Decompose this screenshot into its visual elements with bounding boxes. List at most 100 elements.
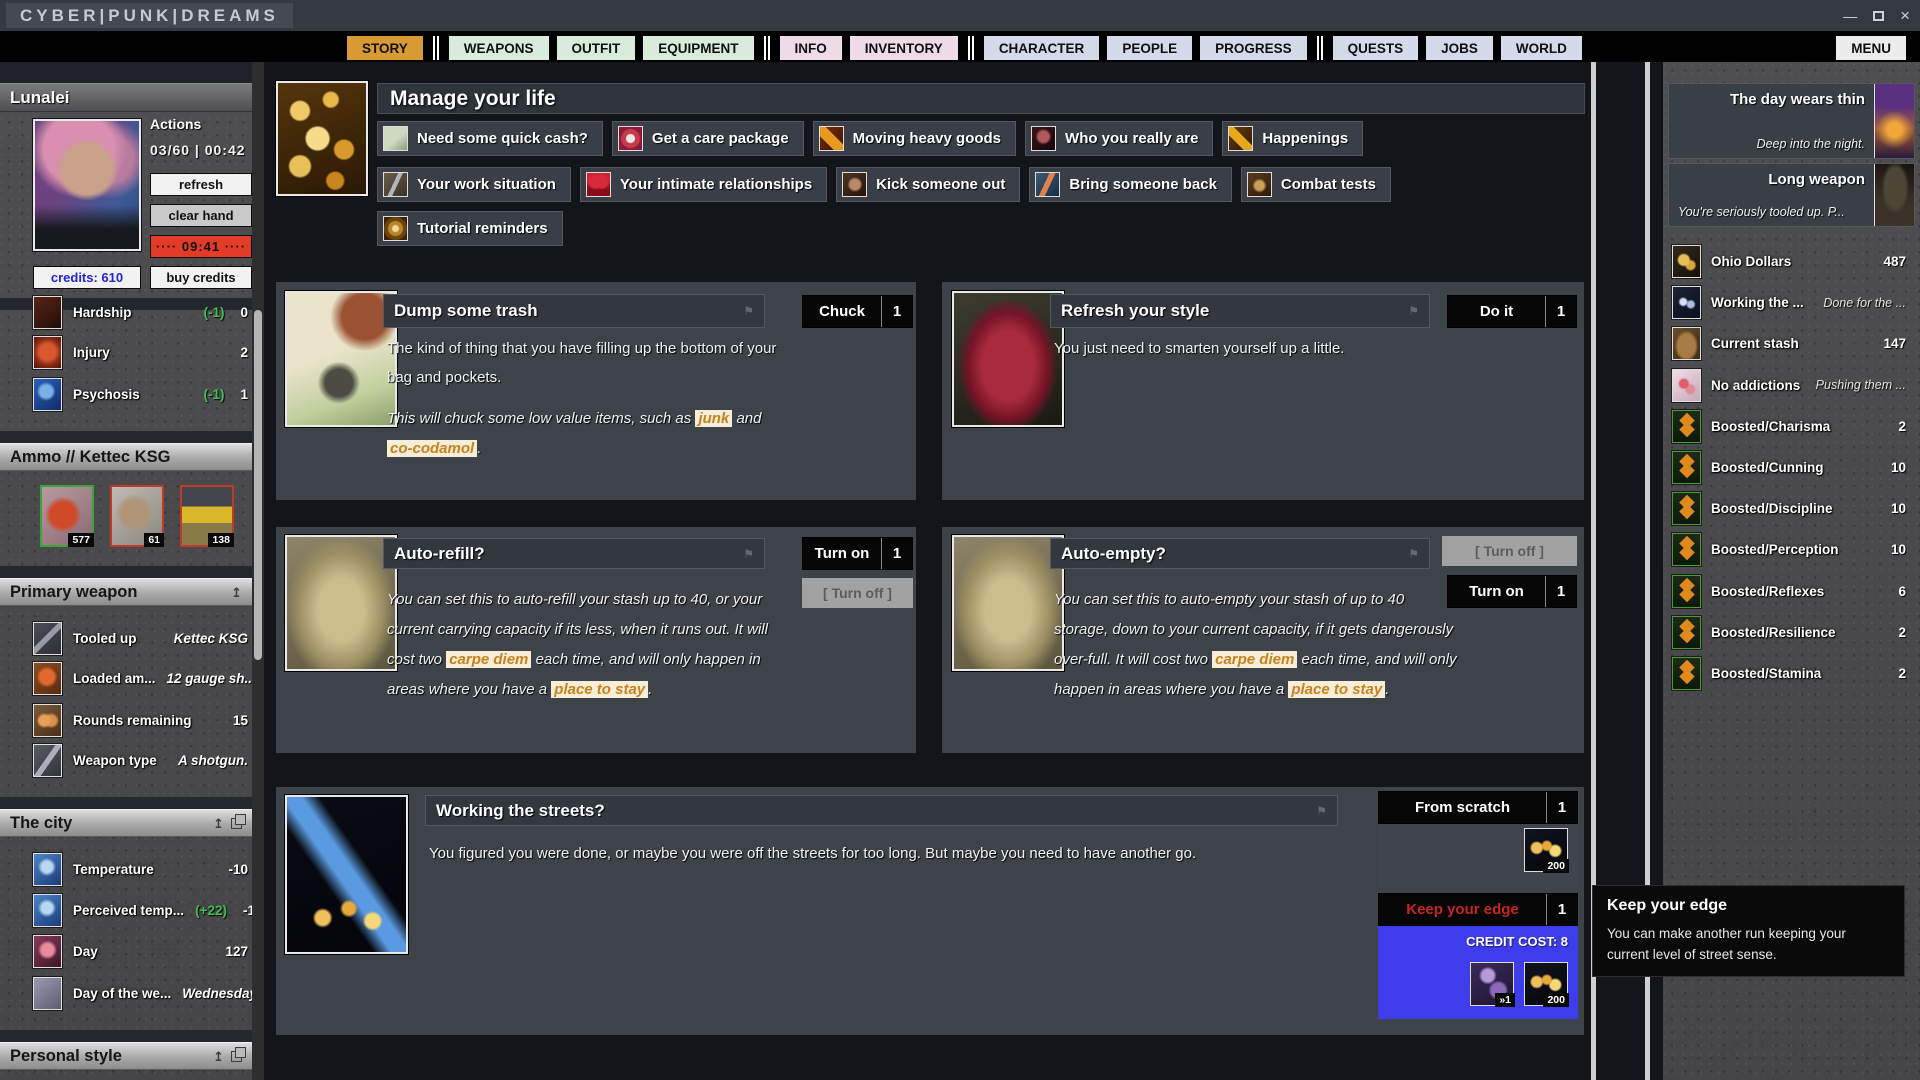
- inline-link[interactable]: place to stay: [551, 681, 648, 698]
- timer-button[interactable]: ···· 09:41 ····: [150, 235, 252, 258]
- tab-story[interactable]: STORY: [347, 36, 423, 60]
- maximize-icon[interactable]: [1873, 11, 1884, 21]
- quality-row-boosted-discipline[interactable]: Boosted/Discipline 10: [1672, 488, 1906, 529]
- storylet-option-need-some-quick-cash[interactable]: Need some quick cash?: [377, 121, 603, 156]
- quality-row-current-stash[interactable]: Current stash 147: [1672, 323, 1906, 364]
- tab-people[interactable]: PEOPLE: [1107, 36, 1192, 60]
- pin-icon[interactable]: ⚑: [1316, 804, 1327, 818]
- pin-icon[interactable]: ↥: [231, 586, 242, 599]
- pin-icon[interactable]: ⚑: [1408, 547, 1419, 561]
- city-row-perceived-temp[interactable]: Perceived temp... (+22)-10: [33, 890, 248, 930]
- quality-row-boosted-reflexes[interactable]: Boosted/Reflexes 6: [1672, 571, 1906, 612]
- credits-button[interactable]: credits: 610: [33, 266, 141, 289]
- city-row-day[interactable]: Day 127: [33, 931, 248, 971]
- edge-item-thumbnail[interactable]: »1: [1470, 962, 1514, 1006]
- tab-progress[interactable]: PROGRESS: [1200, 36, 1307, 60]
- quality-row-boosted-resilience[interactable]: Boosted/Resilience 2: [1672, 612, 1906, 653]
- refresh-button[interactable]: refresh: [150, 173, 252, 196]
- chuck-button[interactable]: Chuck 1: [802, 295, 913, 328]
- tab-jobs[interactable]: JOBS: [1426, 36, 1493, 60]
- tab-character[interactable]: CHARACTER: [984, 36, 1100, 60]
- left-sidebar-scrollbar-thumb[interactable]: [254, 310, 262, 660]
- tab-quests[interactable]: QUESTS: [1333, 36, 1419, 60]
- inline-link[interactable]: place to stay: [1288, 681, 1385, 698]
- weapon-row-weapon-type[interactable]: Weapon type A shotgun.: [33, 740, 248, 780]
- inline-link[interactable]: carpe diem: [1212, 651, 1297, 668]
- row-value: Kettec KSG: [174, 631, 248, 646]
- auto-empty-turn-off-button[interactable]: [ Turn off ]: [1442, 536, 1577, 566]
- city-row-day-of-the-we[interactable]: Day of the we... Wednesday: [33, 973, 248, 1013]
- character-section-header[interactable]: Lunalei: [0, 83, 252, 112]
- pin-icon[interactable]: ⚑: [1408, 304, 1419, 318]
- left-sidebar-scrollbar[interactable]: [252, 62, 264, 1080]
- buy-credits-button[interactable]: buy credits: [150, 266, 252, 289]
- tab-outfit[interactable]: OUTFIT: [557, 36, 636, 60]
- minimize-icon[interactable]: —: [1843, 9, 1857, 23]
- row-value: 2: [240, 345, 248, 360]
- quality-row-boosted-cunning[interactable]: Boosted/Cunning 10: [1672, 447, 1906, 488]
- weapon-row-rounds-remaining[interactable]: Rounds remaining 15: [33, 700, 248, 740]
- menu-button[interactable]: MENU: [1836, 36, 1906, 60]
- section-header-ammo[interactable]: Ammo // Kettec KSG: [0, 443, 252, 471]
- tab-label: PROGRESS: [1215, 41, 1292, 56]
- weapon-row-tooled-up[interactable]: Tooled up Kettec KSG: [33, 618, 248, 658]
- event-card-long-weapon[interactable]: Long weapon You're seriously tooled up. …: [1668, 163, 1915, 227]
- row-label: Rounds remaining: [73, 713, 192, 728]
- expand-icon[interactable]: [231, 818, 242, 829]
- tab-inventory[interactable]: INVENTORY: [850, 36, 958, 60]
- from-scratch-button[interactable]: From scratch 1: [1378, 791, 1578, 824]
- chuck-button-label: Chuck: [803, 296, 881, 327]
- storylet-option-get-a-care-package[interactable]: Get a care package: [612, 121, 804, 156]
- boost-icon: [1672, 533, 1701, 566]
- storylet-option-your-intimate-relationships[interactable]: Your intimate relationships: [580, 167, 827, 202]
- quality-row-boosted-charisma[interactable]: Boosted/Charisma 2: [1672, 406, 1906, 447]
- pin-icon[interactable]: ↥: [213, 817, 224, 830]
- do-it-button[interactable]: Do it 1: [1447, 295, 1577, 328]
- storylet-option-combat-tests[interactable]: Combat tests: [1241, 167, 1391, 202]
- storylet-option-moving-heavy-goods[interactable]: Moving heavy goods: [813, 121, 1016, 156]
- storylet-option-bring-someone-back[interactable]: Bring someone back: [1029, 167, 1232, 202]
- expand-icon[interactable]: [231, 1051, 242, 1062]
- section-header-personal-style[interactable]: Personal style ↥: [0, 1042, 252, 1070]
- street-sense-item-thumbnail[interactable]: 200: [1524, 828, 1568, 872]
- quality-row-ohio-dollars[interactable]: Ohio Dollars 487: [1672, 241, 1906, 282]
- event-card-day-wears-thin[interactable]: The day wears thin Deep into the night.: [1668, 83, 1915, 159]
- keep-your-edge-button[interactable]: Keep your edge 1: [1378, 893, 1578, 926]
- storylet-option-happenings[interactable]: Happenings: [1222, 121, 1363, 156]
- pin-icon[interactable]: ⚑: [743, 547, 754, 561]
- stat-row-hardship[interactable]: Hardship (-1)0: [33, 292, 248, 332]
- quality-row-boosted-perception[interactable]: Boosted/Perception 10: [1672, 529, 1906, 570]
- quality-row-working-the[interactable]: Working the ... Done for the ...: [1672, 282, 1906, 323]
- pin-icon[interactable]: ⚑: [743, 304, 754, 318]
- stat-row-psychosis[interactable]: Psychosis (-1)1: [33, 374, 248, 414]
- close-icon[interactable]: ×: [1900, 7, 1910, 24]
- inline-link[interactable]: co-codamol: [387, 440, 477, 457]
- pin-icon[interactable]: ↥: [213, 1050, 224, 1063]
- tab-world[interactable]: WORLD: [1501, 36, 1582, 60]
- ammo-item-shell-gray[interactable]: 61: [110, 485, 164, 547]
- storylet-option-tutorial-reminders[interactable]: Tutorial reminders: [377, 211, 563, 246]
- storylet-option-kick-someone-out[interactable]: Kick someone out: [836, 167, 1020, 202]
- inline-link[interactable]: carpe diem: [446, 651, 531, 668]
- storylet-option-your-work-situation[interactable]: Your work situation: [377, 167, 571, 202]
- tab-info[interactable]: INFO: [780, 36, 842, 60]
- section-header-primary-weapon[interactable]: Primary weapon ↥: [0, 578, 252, 606]
- quality-row-no-addictions[interactable]: No addictions Pushing them ...: [1672, 365, 1906, 406]
- inline-link[interactable]: junk: [695, 410, 732, 427]
- tab-equipment[interactable]: EQUIPMENT: [643, 36, 753, 60]
- auto-empty-turn-on-button[interactable]: Turn on 1: [1447, 575, 1577, 608]
- section-header-city[interactable]: The city ↥: [0, 809, 252, 837]
- street-sense-item-thumbnail[interactable]: 200: [1524, 962, 1568, 1006]
- auto-refill-turn-on-button[interactable]: Turn on 1: [802, 537, 913, 570]
- ammo-item-shell-red[interactable]: 577: [40, 485, 94, 547]
- auto-refill-turn-off-button[interactable]: [ Turn off ]: [802, 578, 913, 608]
- row-label: Boosted/Reflexes: [1711, 584, 1824, 599]
- tab-weapons[interactable]: WEAPONS: [449, 36, 549, 60]
- weapon-row-loaded-am[interactable]: Loaded am... 12 gauge sh...: [33, 658, 248, 698]
- stat-row-injury[interactable]: Injury 2: [33, 332, 248, 372]
- storylet-option-who-you-really-are[interactable]: Who you really are: [1025, 121, 1213, 156]
- ammo-item-cartridge[interactable]: 138: [180, 485, 234, 547]
- clear-hand-button[interactable]: clear hand: [150, 204, 252, 227]
- city-row-temperature[interactable]: Temperature -10: [33, 849, 248, 889]
- quality-row-boosted-stamina[interactable]: Boosted/Stamina 2: [1672, 653, 1906, 694]
